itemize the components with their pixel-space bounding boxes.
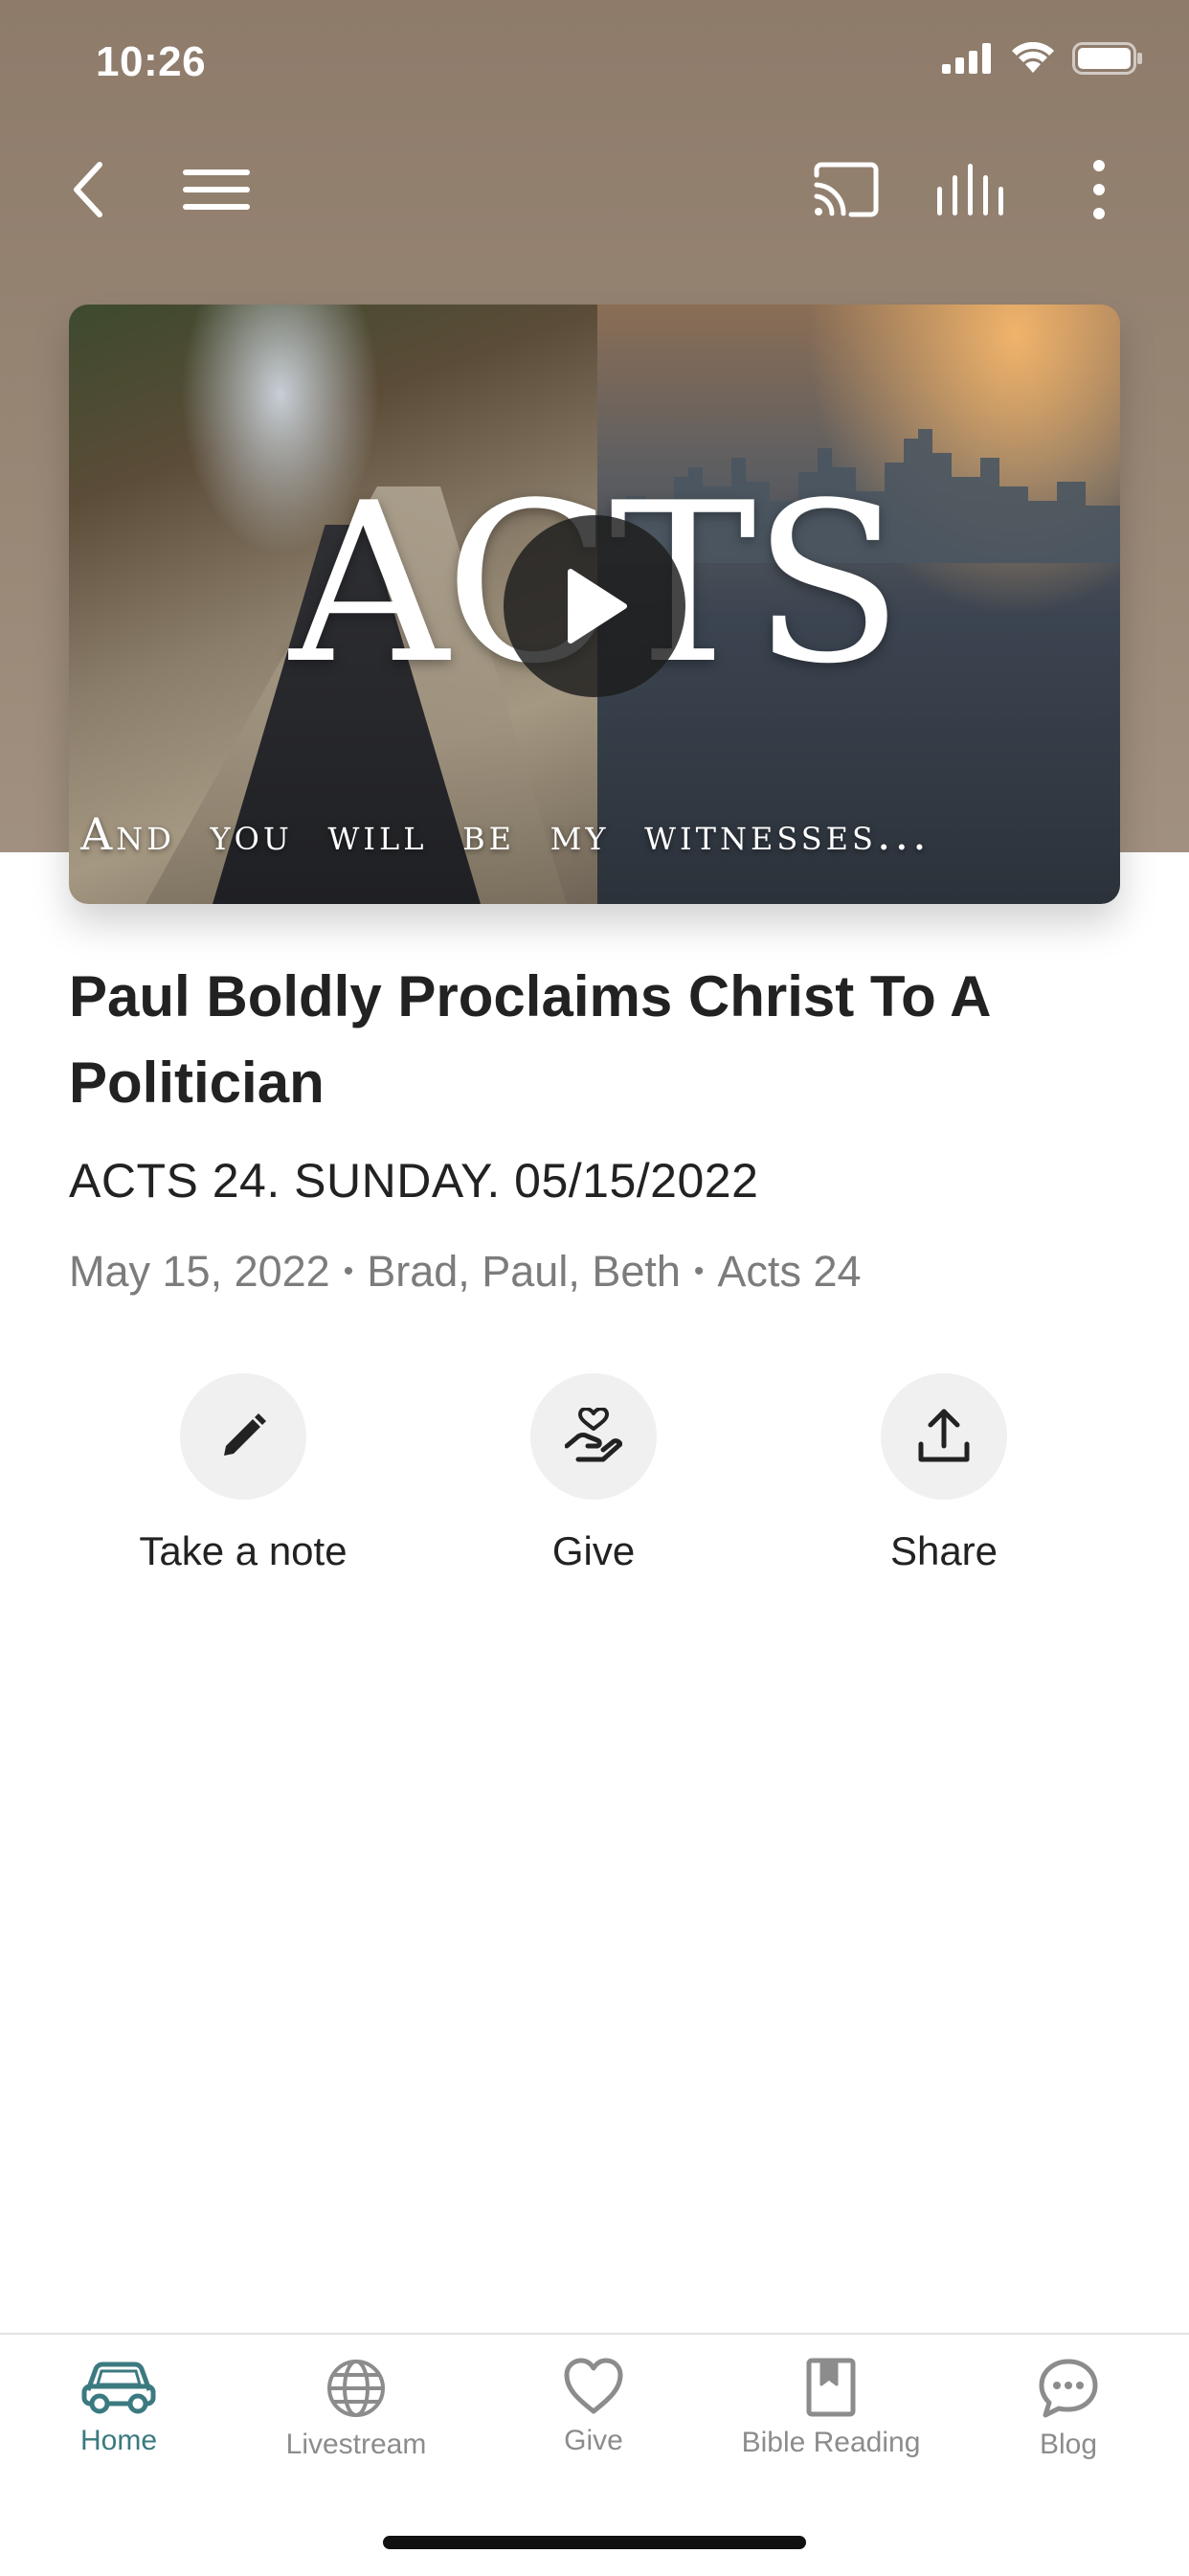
cast-icon [814,162,879,217]
battery-icon [1072,42,1142,75]
give-action[interactable]: Give [421,1373,766,1574]
sermon-meta: May 15, 2022 • Brad, Paul, Beth • Acts 2… [69,1247,862,1297]
give-label: Give [551,1528,636,1573]
pencil-icon [224,1413,266,1456]
tab-blog-label: Blog [1039,2429,1098,2460]
more-options-button[interactable] [1053,144,1145,236]
sermon-date: May 15, 2022 [69,1247,330,1296]
chat-bubble-icon [1039,2359,1098,2418]
tab-livestream[interactable]: Livestream [237,2358,475,2461]
tab-bible-reading-label: Bible Reading [741,2427,921,2458]
take-note-action[interactable]: Take a note [71,1373,415,1574]
status-icons [942,42,1143,75]
take-note-button[interactable] [180,1373,306,1500]
cast-button[interactable] [800,144,892,236]
share-upload-icon [918,1409,970,1462]
heart-icon [564,2358,623,2414]
share-label: Share [889,1528,998,1573]
sermon-subtitle: ACTS 24. SUNDAY. 05/15/2022 [69,1154,759,1208]
tab-home-label: Home [79,2425,158,2456]
bookmark-book-icon [806,2358,856,2417]
tab-livestream-label: Livestream [285,2429,427,2460]
audio-button[interactable] [925,144,1017,236]
meta-separator: • [343,1255,354,1287]
play-icon [568,569,627,644]
sermon-passage: Acts 24 [717,1247,862,1296]
wifi-icon [1012,42,1054,73]
back-button[interactable] [42,144,134,236]
tab-bible-reading[interactable]: Bible Reading [712,2358,950,2459]
share-button[interactable] [881,1373,1007,1500]
audio-bars-icon [937,164,1003,215]
car-icon [81,2361,156,2414]
hand-heart-icon [565,1408,622,1462]
hero-caption-text: And you will be my witnesses... [80,808,931,860]
sermon-speakers: Brad, Paul, Beth [367,1247,681,1296]
menu-button[interactable] [170,144,262,236]
globe-icon [327,2360,385,2417]
tab-home[interactable]: Home [0,2358,237,2457]
home-indicator[interactable] [383,2536,806,2549]
sermon-title: Paul Boldly Proclaims Christ To A Politi… [69,964,990,1115]
more-vertical-icon [1093,160,1105,219]
play-button[interactable] [504,515,685,697]
share-action[interactable]: Share [772,1373,1116,1574]
tab-give-label: Give [564,2425,623,2456]
signal-icon [942,43,991,74]
tab-blog[interactable]: Blog [950,2358,1187,2461]
back-icon [74,162,102,217]
give-button[interactable] [530,1373,657,1500]
menu-icon [183,169,250,210]
status-time: 10:26 [96,38,207,85]
take-note-label: Take a note [139,1528,348,1573]
meta-separator: • [693,1255,705,1287]
sermon-video[interactable]: ACTS And you will be my witnesses... [69,305,1120,904]
tab-give[interactable]: Give [475,2358,712,2457]
